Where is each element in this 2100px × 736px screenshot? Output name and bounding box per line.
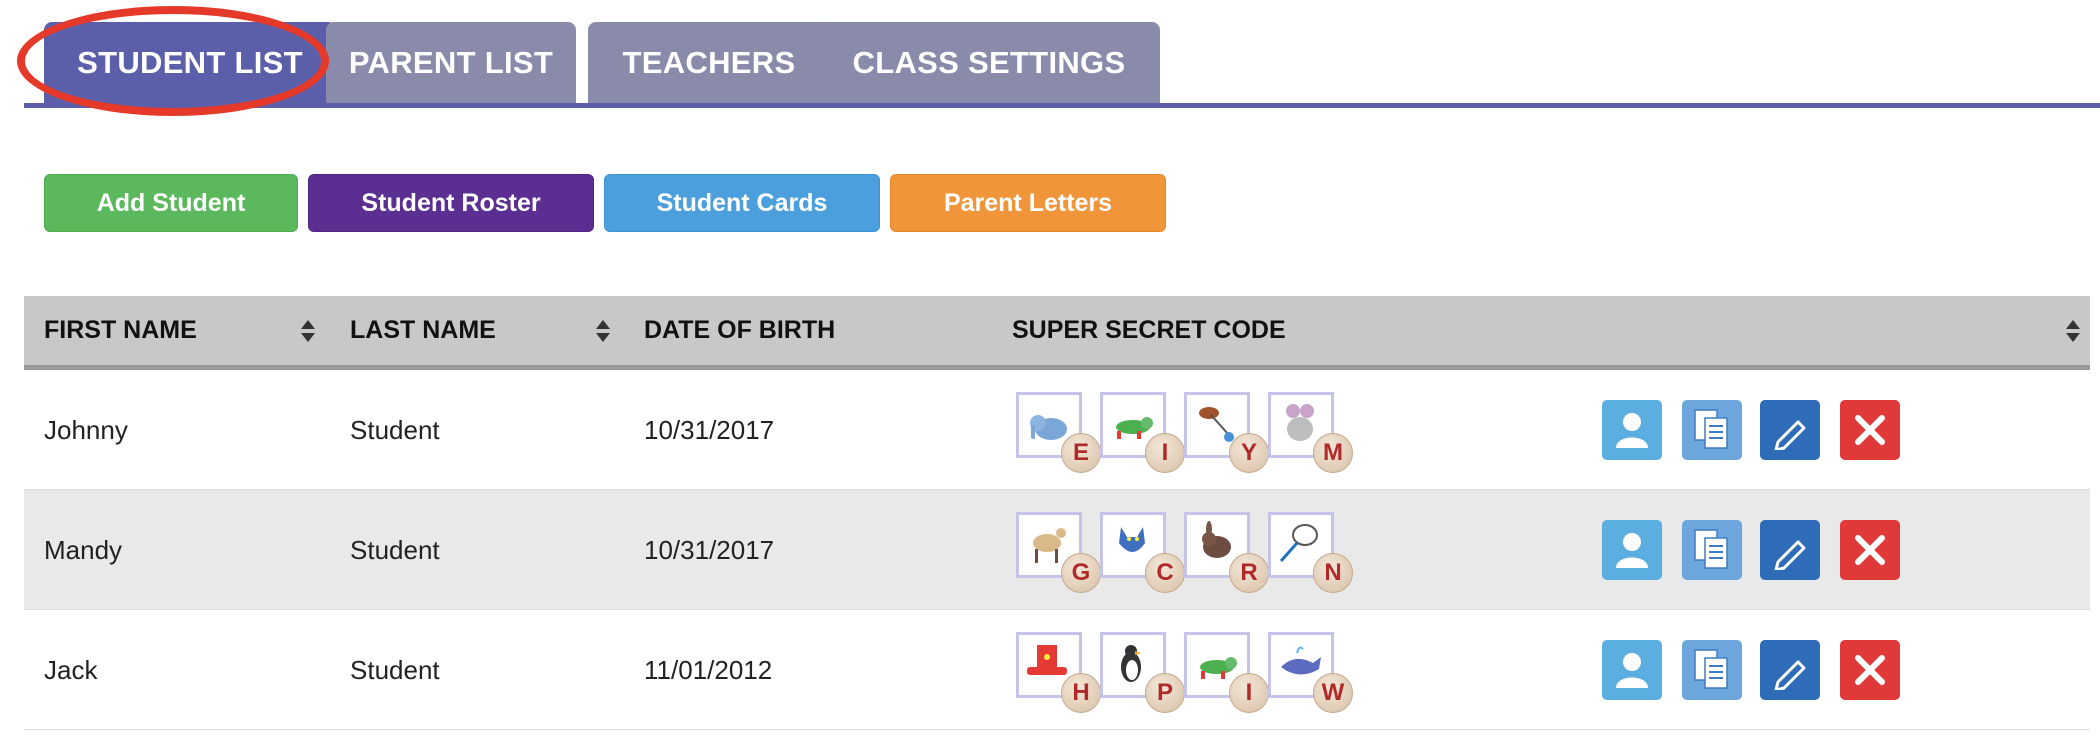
code-letter: W <box>1313 673 1353 713</box>
copy-button[interactable] <box>1682 520 1742 580</box>
code-tile[interactable]: P <box>1100 632 1185 713</box>
parent-letters-button[interactable]: Parent Letters <box>890 174 1166 232</box>
tab-underline <box>24 103 2100 108</box>
user-icon <box>1616 413 1648 448</box>
view-profile-button[interactable] <box>1602 400 1662 460</box>
header-secret-code: SUPER SECRET CODE <box>1012 316 1286 344</box>
tab-class-settings[interactable]: CLASS SETTINGS <box>818 22 1160 104</box>
edit-button[interactable] <box>1760 640 1820 700</box>
dob-cell: 10/31/2017 <box>644 534 775 565</box>
code-tile[interactable]: W <box>1268 632 1353 713</box>
tab-parent-list[interactable]: PARENT LIST <box>326 22 576 104</box>
last-name-cell: Student <box>350 654 440 685</box>
code-tile[interactable]: N <box>1268 512 1353 593</box>
user-icon <box>1616 533 1648 568</box>
code-letter: E <box>1061 433 1101 473</box>
view-profile-button[interactable] <box>1602 640 1662 700</box>
code-letter: I <box>1229 673 1269 713</box>
close-icon <box>1855 415 1885 445</box>
code-tile[interactable]: I <box>1184 632 1269 713</box>
edit-button[interactable] <box>1760 520 1820 580</box>
copy-icon <box>1694 529 1728 569</box>
first-name-cell: Johnny <box>44 414 128 445</box>
code-tile[interactable]: C <box>1100 512 1185 593</box>
student-table: FIRST NAME LAST NAME DATE OF BIRTH SUPER… <box>24 296 2090 730</box>
edit-button[interactable] <box>1760 400 1820 460</box>
first-name-cell: Jack <box>44 654 98 685</box>
code-tile[interactable]: R <box>1184 512 1269 593</box>
tab-bar: STUDENT LIST PARENT LIST TEACHERS CLASS … <box>24 22 2100 104</box>
code-tile[interactable]: M <box>1268 392 1353 473</box>
code-letter: Y <box>1229 433 1269 473</box>
view-profile-button[interactable] <box>1602 520 1662 580</box>
code-letter: N <box>1313 553 1353 593</box>
copy-button[interactable] <box>1682 400 1742 460</box>
last-name-cell: Student <box>350 414 440 445</box>
code-letter: M <box>1313 433 1353 473</box>
code-letter: I <box>1145 433 1185 473</box>
pencil-icon <box>1774 540 1806 570</box>
tab-teachers[interactable]: TEACHERS <box>588 22 830 104</box>
table-row: Mandy Student 10/31/2017 G C R N <box>24 490 2090 610</box>
dob-cell: 10/31/2017 <box>644 414 775 445</box>
header-first-name: FIRST NAME <box>44 316 197 344</box>
sort-secret-code-icon[interactable] <box>2066 320 2080 342</box>
code-tile[interactable]: E <box>1016 392 1101 473</box>
pencil-icon <box>1774 660 1806 690</box>
table-row: Jack Student 11/01/2012 H P I W <box>24 610 2090 730</box>
code-letter: R <box>1229 553 1269 593</box>
copy-icon <box>1694 409 1728 449</box>
delete-button[interactable] <box>1840 400 1900 460</box>
code-tile[interactable]: G <box>1016 512 1101 593</box>
code-tile[interactable]: H <box>1016 632 1101 713</box>
code-tile[interactable]: I <box>1100 392 1185 473</box>
sort-first-name-icon[interactable] <box>301 320 315 342</box>
close-icon <box>1855 535 1885 565</box>
student-cards-button[interactable]: Student Cards <box>604 174 880 232</box>
header-date-of-birth: DATE OF BIRTH <box>644 316 836 344</box>
delete-button[interactable] <box>1840 520 1900 580</box>
copy-button[interactable] <box>1682 640 1742 700</box>
last-name-cell: Student <box>350 534 440 565</box>
copy-icon <box>1694 649 1728 689</box>
header-last-name: LAST NAME <box>350 316 496 344</box>
code-tile[interactable]: Y <box>1184 392 1269 473</box>
close-icon <box>1855 655 1885 685</box>
student-roster-button[interactable]: Student Roster <box>308 174 594 232</box>
code-letter: G <box>1061 553 1101 593</box>
first-name-cell: Mandy <box>44 534 123 565</box>
add-student-button[interactable]: Add Student <box>44 174 298 232</box>
pencil-icon <box>1774 420 1806 450</box>
code-letter: H <box>1061 673 1101 713</box>
code-letter: P <box>1145 673 1185 713</box>
dob-cell: 11/01/2012 <box>644 654 773 685</box>
tab-student-list[interactable]: STUDENT LIST <box>44 22 336 104</box>
sort-last-name-icon[interactable] <box>596 320 610 342</box>
delete-button[interactable] <box>1840 640 1900 700</box>
table-row: Johnny Student 10/31/2017 E I Y M <box>24 370 2090 490</box>
code-letter: C <box>1145 553 1185 593</box>
table-header: FIRST NAME LAST NAME DATE OF BIRTH SUPER… <box>24 296 2090 370</box>
user-icon <box>1616 653 1648 688</box>
